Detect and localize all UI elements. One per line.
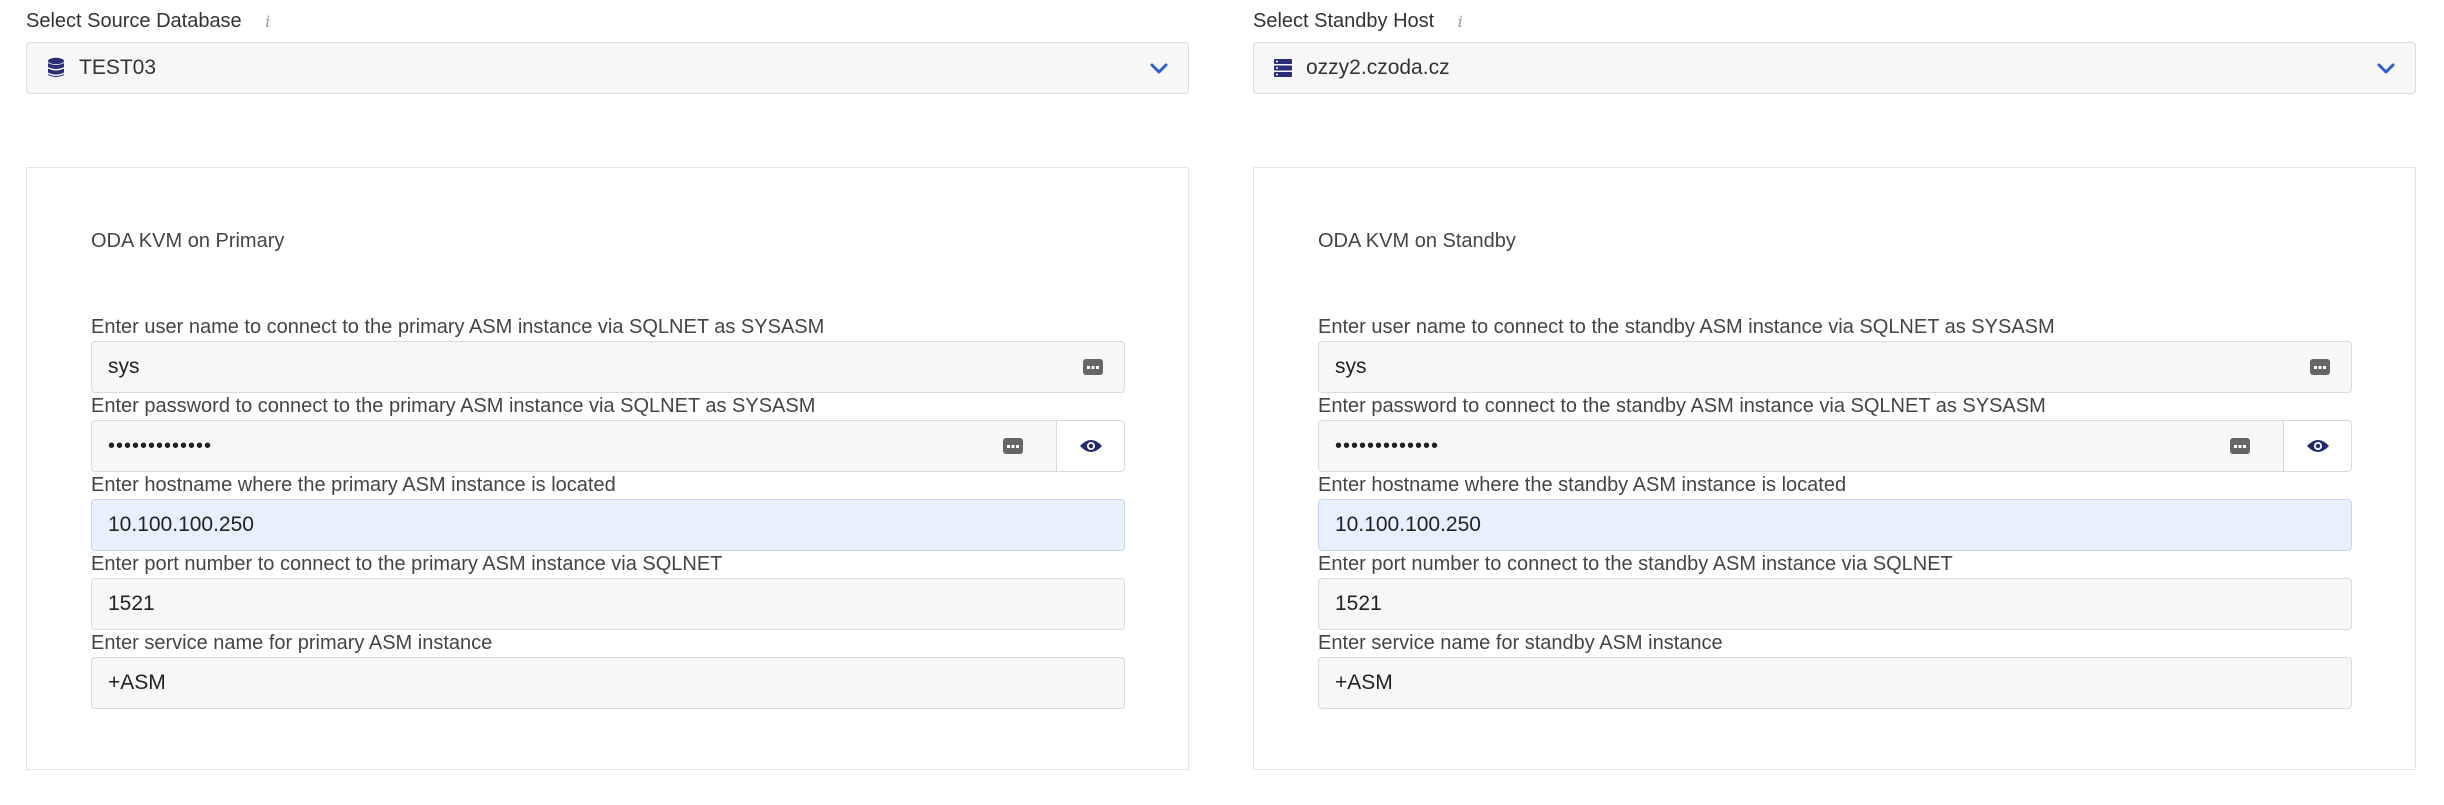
field-label: Enter password to connect to the primary…: [91, 395, 816, 417]
input-value: 10.100.100.250: [1335, 513, 1481, 536]
keyboard-icon[interactable]: [1082, 356, 1104, 378]
field-label: Enter user name to connect to the standb…: [1318, 316, 2055, 338]
input-value: •••••••••••••: [1335, 434, 1440, 457]
standby-port-input[interactable]: 1521: [1318, 578, 2352, 630]
field-label: Enter service name for standby ASM insta…: [1318, 632, 1723, 654]
panel-title: ODA KVM on Standby: [1318, 230, 1516, 252]
chevron-down-icon[interactable]: [1148, 58, 1170, 80]
primary-hostname-field: Enter hostname where the primary ASM ins…: [91, 473, 1125, 551]
primary-password-input[interactable]: •••••••••••••: [91, 420, 1125, 472]
input-value: +ASM: [1335, 671, 1393, 694]
info-icon[interactable]: i: [1452, 11, 1468, 31]
standby-host-value: ozzy2.czoda.cz: [1306, 56, 1450, 79]
standby-host-select[interactable]: ozzy2.czoda.cz: [1253, 42, 2416, 94]
input-value: •••••••••••••: [108, 434, 213, 457]
panel-title: ODA KVM on Primary: [91, 230, 285, 252]
primary-service-input[interactable]: +ASM: [91, 657, 1125, 709]
info-icon[interactable]: i: [260, 11, 276, 31]
standby-service-input[interactable]: +ASM: [1318, 657, 2352, 709]
source-database-label: Select Source Database: [26, 9, 242, 32]
primary-username-input[interactable]: sys: [91, 341, 1125, 393]
standby-service-field: Enter service name for standby ASM insta…: [1318, 631, 2352, 709]
source-database-value: TEST03: [79, 56, 157, 79]
input-value: sys: [1335, 355, 1367, 378]
primary-hostname-input[interactable]: 10.100.100.250: [91, 499, 1125, 551]
input-value: 1521: [1335, 592, 1382, 615]
standby-host-label-row: Select Standby Host i: [1253, 8, 1468, 34]
field-label: Enter port number to connect to the stan…: [1318, 553, 1953, 575]
database-icon: [48, 57, 64, 77]
input-value: sys: [108, 355, 140, 378]
primary-password-field: Enter password to connect to the primary…: [91, 394, 1125, 472]
source-database-label-row: Select Source Database i: [26, 8, 276, 34]
standby-port-field: Enter port number to connect to the stan…: [1318, 552, 2352, 630]
keyboard-icon[interactable]: [2309, 356, 2331, 378]
eye-icon: [1079, 440, 1102, 452]
server-icon: [1274, 59, 1292, 77]
field-label: Enter port number to connect to the prim…: [91, 553, 723, 575]
field-label: Enter user name to connect to the primar…: [91, 316, 825, 338]
keyboard-icon[interactable]: [1002, 435, 1024, 457]
field-label: Enter password to connect to the standby…: [1318, 395, 2046, 417]
primary-asm-panel: ODA KVM on Primary Enter user name to co…: [26, 167, 1189, 770]
primary-service-field: Enter service name for primary ASM insta…: [91, 631, 1125, 709]
field-label: Enter hostname where the primary ASM ins…: [91, 474, 616, 496]
standby-hostname-input[interactable]: 10.100.100.250: [1318, 499, 2352, 551]
keyboard-icon[interactable]: [2229, 435, 2251, 457]
primary-port-field: Enter port number to connect to the prim…: [91, 552, 1125, 630]
standby-username-input[interactable]: sys: [1318, 341, 2352, 393]
show-password-button[interactable]: [2283, 421, 2351, 471]
chevron-down-icon[interactable]: [2375, 58, 2397, 80]
input-value: 10.100.100.250: [108, 513, 254, 536]
standby-username-field: Enter user name to connect to the standb…: [1318, 315, 2352, 393]
standby-hostname-field: Enter hostname where the standby ASM ins…: [1318, 473, 2352, 551]
show-password-button[interactable]: [1056, 421, 1124, 471]
field-label: Enter service name for primary ASM insta…: [91, 632, 493, 654]
standby-password-input[interactable]: •••••••••••••: [1318, 420, 2352, 472]
field-label: Enter hostname where the standby ASM ins…: [1318, 474, 1847, 496]
input-value: 1521: [108, 592, 155, 615]
primary-port-input[interactable]: 1521: [91, 578, 1125, 630]
standby-asm-panel: ODA KVM on Standby Enter user name to co…: [1253, 167, 2416, 770]
source-database-select[interactable]: TEST03: [26, 42, 1189, 94]
input-value: +ASM: [108, 671, 166, 694]
primary-username-field: Enter user name to connect to the primar…: [91, 315, 1125, 393]
eye-icon: [2306, 440, 2329, 452]
standby-host-label: Select Standby Host: [1253, 9, 1435, 32]
standby-password-field: Enter password to connect to the standby…: [1318, 394, 2352, 472]
